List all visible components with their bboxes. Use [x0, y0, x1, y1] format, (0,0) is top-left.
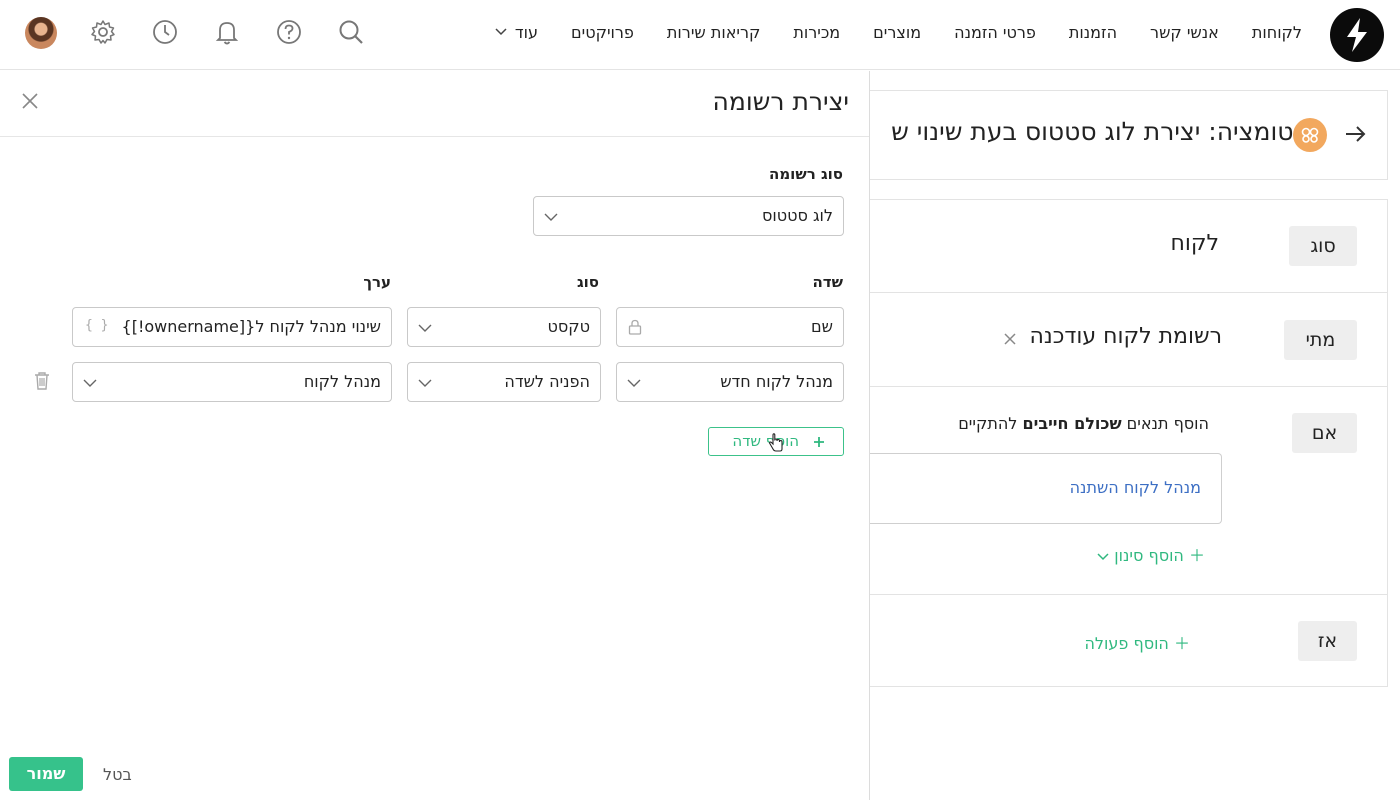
field-type-value: הפניה לשדה	[504, 372, 590, 391]
field-value-text: שינוי מנהל לקוח ל{[ownername!]}	[121, 317, 381, 336]
when-value[interactable]: רשומת לקוח עודכנה	[1030, 324, 1222, 349]
record-type-select[interactable]: לוג סטטוס	[533, 196, 844, 236]
divider	[870, 386, 1388, 387]
plus-icon: ＋	[1188, 546, 1205, 565]
type-value[interactable]: לקוח	[1171, 231, 1219, 256]
nav-item-projects[interactable]: פרויקטים	[571, 23, 634, 42]
nav-item-orders[interactable]: הזמנות	[1069, 23, 1117, 42]
nav-item-order-details[interactable]: פרטי הזמנה	[954, 23, 1036, 42]
top-bar: לקוחות אנשי קשר הזמנות פרטי הזמנה מוצרים…	[0, 0, 1400, 70]
record-type-label: סוג רשומה	[769, 165, 843, 183]
field-value-input[interactable]: שינוי מנהל לקוח ל{[ownername!]} { }	[72, 307, 392, 347]
nav-more-label: עוד	[514, 22, 539, 42]
automation-title: אוטומציה: יצירת לוג סטטוס בעת שינוי ש	[891, 117, 1317, 146]
chevron-down-icon	[627, 379, 641, 387]
logo-icon	[1347, 18, 1367, 52]
add-filter-label: הוסף סינון	[1114, 546, 1184, 565]
back-arrow-icon[interactable]	[1344, 125, 1366, 143]
close-icon[interactable]	[20, 91, 40, 111]
when-label-pill: מתי	[1284, 320, 1357, 360]
field-name-select[interactable]: מנהל לקוח חדש	[616, 362, 844, 402]
then-label-pill: אז	[1298, 621, 1357, 661]
main-nav: לקוחות אנשי קשר הזמנות פרטי הזמנה מוצרים…	[495, 20, 1302, 44]
chevron-down-icon	[418, 324, 432, 332]
if-label-pill: אם	[1292, 413, 1357, 453]
field-name-value: מנהל לקוח חדש	[720, 372, 833, 391]
if-text-bold: שכולם חייבים	[1022, 414, 1122, 433]
hand-cursor-icon	[768, 433, 783, 452]
if-text-pre: הוסף תנאים	[1121, 414, 1209, 433]
field-value-text: מנהל לקוח	[303, 372, 381, 391]
create-record-drawer: יצירת רשומה סוג רשומה לוג סטטוס שדה סוג …	[0, 71, 870, 800]
app-logo[interactable]	[1330, 8, 1384, 62]
remove-trigger-icon[interactable]	[1004, 333, 1016, 345]
add-action-label: הוסף פעולה	[1084, 634, 1169, 653]
save-button[interactable]: שמור	[9, 757, 83, 791]
nav-item-service-calls[interactable]: קריאות שירות	[667, 23, 760, 42]
cancel-button[interactable]: בטל	[103, 765, 132, 784]
template-braces-icon[interactable]: { }	[85, 318, 108, 333]
field-type-select[interactable]: הפניה לשדה	[407, 362, 601, 402]
divider	[870, 292, 1388, 293]
chevron-down-icon	[83, 379, 97, 387]
record-type-value: לוג סטטוס	[761, 206, 833, 225]
plus-icon: ＋	[1173, 634, 1190, 653]
nav-more-menu[interactable]: עוד	[495, 23, 538, 42]
chevron-down-icon	[544, 213, 558, 221]
bell-icon[interactable]	[213, 18, 241, 46]
nav-item-contacts[interactable]: אנשי קשר	[1150, 23, 1219, 42]
add-field-label: הוסף שדה	[732, 432, 799, 450]
field-type-select[interactable]: טקסט	[407, 307, 601, 347]
drawer-title: יצירת רשומה	[712, 87, 849, 116]
automation-rules-card: סוג לקוח מתי רשומת לקוח עודכנה אם הוסף ת…	[870, 199, 1388, 687]
field-type-value: טקסט	[547, 317, 590, 336]
column-header-type: סוג	[576, 273, 599, 291]
divider	[870, 594, 1388, 595]
if-text-post: להתקיים	[958, 414, 1023, 433]
search-icon[interactable]	[337, 18, 365, 46]
field-name-select[interactable]: שם	[616, 307, 844, 347]
automation-editor: אוטומציה: יצירת לוג סטטוס בעת שינוי ש סו…	[870, 71, 1400, 800]
clock-icon[interactable]	[151, 18, 179, 46]
chevron-down-icon	[1097, 553, 1109, 561]
field-name-value: שם	[811, 317, 833, 336]
chevron-down-icon	[495, 28, 507, 36]
nav-item-sales[interactable]: מכירות	[793, 23, 840, 42]
automation-icon	[1301, 127, 1319, 143]
column-header-value: ערך	[363, 273, 391, 291]
chevron-down-icon	[418, 379, 432, 387]
plus-icon	[814, 437, 824, 447]
condition-value[interactable]: מנהל לקוח השתנה	[1070, 478, 1201, 497]
add-action-link[interactable]: ＋ הוסף פעולה	[1084, 630, 1190, 654]
nav-item-products[interactable]: מוצרים	[873, 23, 921, 42]
trash-icon[interactable]	[33, 371, 51, 391]
automation-header-card: אוטומציה: יצירת לוג סטטוס בעת שינוי ש	[870, 90, 1388, 180]
column-header-field: שדה	[812, 273, 844, 291]
add-filter-link[interactable]: ＋ הוסף סינון	[1097, 542, 1205, 566]
nav-item-customers[interactable]: לקוחות	[1252, 23, 1302, 42]
automation-badge	[1293, 118, 1327, 152]
if-instructions: הוסף תנאים שכולם חייבים להתקיים	[958, 414, 1209, 433]
drawer-header: יצירת רשומה	[0, 71, 869, 137]
type-label-pill: סוג	[1289, 226, 1357, 266]
condition-box[interactable]: מנהל לקוח השתנה	[870, 453, 1222, 524]
gear-icon[interactable]	[89, 18, 117, 46]
field-value-select[interactable]: מנהל לקוח	[72, 362, 392, 402]
lock-icon	[628, 319, 642, 335]
help-icon[interactable]	[275, 18, 303, 46]
user-avatar[interactable]	[25, 17, 57, 49]
